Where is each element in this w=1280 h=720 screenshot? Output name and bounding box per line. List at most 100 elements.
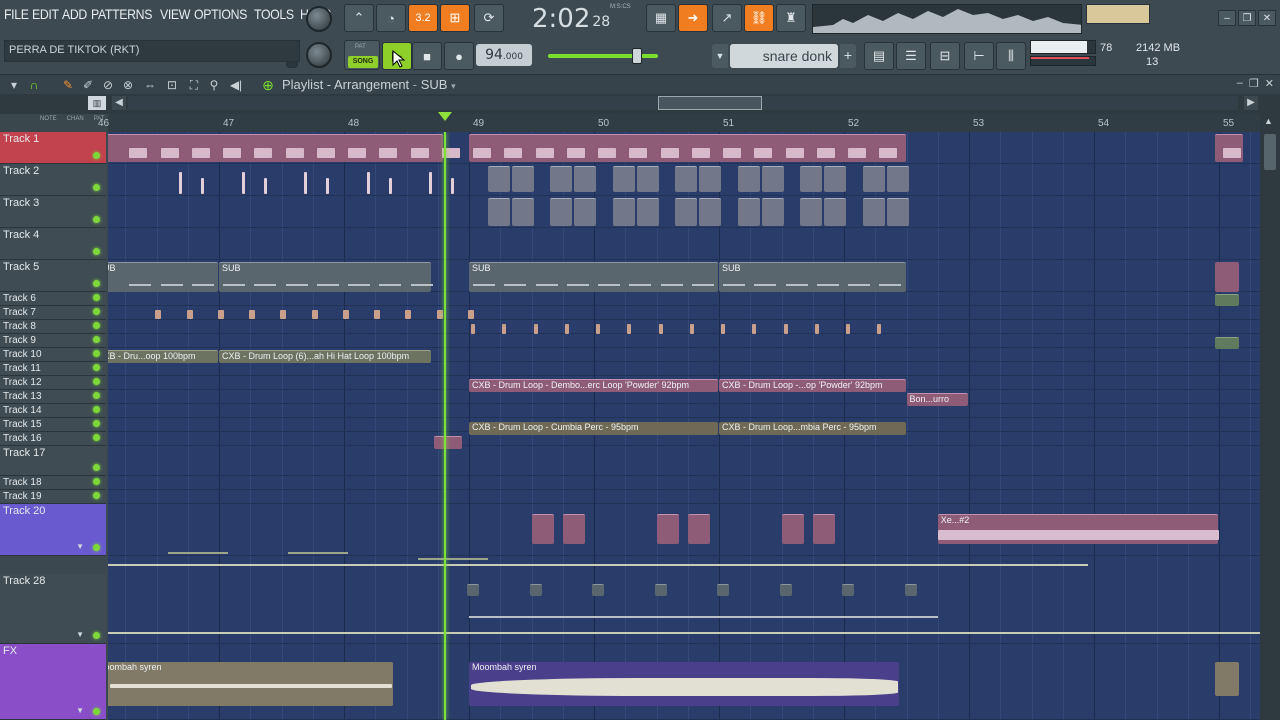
pattern-clip[interactable] (842, 584, 854, 596)
clap-clip[interactable] (511, 166, 534, 192)
arrangement-name[interactable]: SUB (421, 77, 448, 92)
track-expand-icon[interactable]: ▼ (76, 706, 84, 715)
drum-loop-clip[interactable]: CXB - Drum Loop -...op 'Powder' 92bpm (719, 379, 906, 392)
sub-clip[interactable]: SUB (219, 262, 431, 292)
track-enable-led-icon[interactable] (93, 492, 100, 499)
track-enable-led-icon[interactable] (93, 322, 100, 329)
master-volume-slider[interactable] (548, 48, 658, 64)
channel-rack-icon[interactable]: ☰ (896, 42, 926, 70)
magnifier-icon[interactable]: ⚲ (206, 77, 222, 93)
playlist-minimize-icon[interactable]: – (1237, 77, 1243, 90)
stop-icon[interactable]: ■ (412, 42, 442, 70)
add-pattern-button[interactable]: + (840, 44, 856, 68)
drum-loop-clip[interactable]: CXB - Drum Loop (6)...ah Hi Hat Loop 100… (219, 350, 431, 363)
playlist-window-icon[interactable]: ▤ (864, 42, 894, 70)
pencil-icon[interactable]: ✎ (60, 77, 76, 93)
cumbia-clip[interactable]: CXB - Drum Loop...mbia Perc - 95bpm (719, 422, 906, 435)
clap-clip[interactable] (612, 198, 635, 226)
track-enable-led-icon[interactable] (93, 216, 100, 223)
clap-clip[interactable] (675, 198, 698, 226)
piano-roll-icon[interactable]: ⊟ (930, 42, 960, 70)
pattern-clip[interactable] (592, 584, 604, 596)
mute-icon[interactable]: ⊗ (120, 77, 136, 93)
scroll-up-icon[interactable]: ▲ (1264, 116, 1273, 126)
menu-add[interactable]: ADD (62, 6, 87, 30)
cumbia-clip[interactable]: CXB - Drum Loop - Cumbia Perc - 95bpm (469, 422, 718, 435)
track-enable-led-icon[interactable] (93, 464, 100, 471)
clap-clip[interactable] (699, 198, 722, 226)
track-enable-led-icon[interactable] (93, 632, 100, 639)
bell-icon[interactable]: ♜ (776, 4, 806, 32)
vocal-chop-clip[interactable] (656, 514, 679, 544)
track-header[interactable]: Track 13 (0, 390, 106, 404)
clap-clip[interactable] (824, 166, 847, 192)
vocal-chop-clip[interactable] (812, 514, 835, 544)
clap-clip[interactable] (761, 198, 784, 226)
playback-icon[interactable]: ◀| (228, 77, 244, 93)
shortcut-button[interactable]: 3.2 (408, 4, 438, 32)
pattern-clip[interactable] (467, 584, 479, 596)
track-header[interactable]: Track 18 (0, 476, 106, 490)
link-icon[interactable]: ⛓ (744, 4, 774, 32)
overview-viewport[interactable] (658, 96, 762, 110)
track-header[interactable]: Track 6 (0, 292, 106, 306)
track-header[interactable]: Track 5 (0, 260, 106, 292)
track-header[interactable]: Track 17 (0, 446, 106, 476)
master-volume-handle[interactable] (632, 48, 642, 64)
track-enable-led-icon[interactable] (93, 478, 100, 485)
clap-clip[interactable] (800, 166, 823, 192)
clap-clip[interactable] (636, 166, 659, 192)
track-header[interactable]: Track 19 (0, 490, 106, 504)
clap-clip[interactable] (824, 198, 847, 226)
pattern-selector[interactable]: snare donk (730, 44, 838, 68)
playhead-line[interactable] (444, 132, 446, 720)
track-enable-led-icon[interactable] (93, 350, 100, 357)
vocal-chop-clip[interactable] (562, 514, 585, 544)
typing-keyboard-icon[interactable]: ▦ (646, 4, 676, 32)
browser-icon[interactable]: ⊢ (964, 42, 994, 70)
drum-loop-clip[interactable]: CXB - Dru...oop 100bpm (108, 350, 218, 363)
sub-clip[interactable]: SUB (108, 262, 218, 292)
select-icon[interactable]: ⊡ (164, 77, 180, 93)
playlist-grid[interactable]: SUB SUB SUB SUB CXB - Dru...oop 100bpm CXB - … (108, 132, 1260, 720)
clap-clip[interactable] (612, 166, 635, 192)
playlist-maximize-icon[interactable]: ❐ (1249, 77, 1259, 90)
vocal-chop-clip[interactable] (687, 514, 710, 544)
clap-clip[interactable] (737, 166, 760, 192)
clap-clip[interactable] (886, 166, 909, 192)
sub-clip-end[interactable] (1215, 262, 1240, 292)
pattern-clip[interactable] (717, 584, 729, 596)
track-header[interactable]: Track 14 (0, 404, 106, 418)
playlist-overview[interactable] (128, 96, 1238, 110)
menu-options[interactable]: OPTIONS (194, 6, 247, 30)
track-expand-icon[interactable]: ▼ (76, 542, 84, 551)
track-header[interactable]: Track 9 (0, 334, 106, 348)
paint-icon[interactable]: ✐ (80, 77, 96, 93)
track-enable-led-icon[interactable] (93, 308, 100, 315)
track-enable-led-icon[interactable] (93, 544, 100, 551)
track-header[interactable]: FX ▼ (0, 644, 106, 720)
syren-clip-end[interactable] (1215, 662, 1240, 696)
track-enable-led-icon[interactable] (93, 708, 100, 715)
track-header[interactable]: Track 2 (0, 164, 106, 196)
vertical-scrollbar[interactable]: ▲ (1260, 114, 1280, 720)
tempo-display[interactable]: 94.000 (476, 44, 532, 66)
clap-clip[interactable] (699, 166, 722, 192)
track-expand-icon[interactable]: ▼ (76, 630, 84, 639)
mixer-icon[interactable]: ⫼ (996, 42, 1026, 70)
track-enable-led-icon[interactable] (93, 152, 100, 159)
sub-clip[interactable]: SUB (469, 262, 718, 292)
clap-clip[interactable] (862, 166, 885, 192)
clap-clip[interactable] (550, 166, 573, 192)
bon-clip[interactable]: Bon...urro (906, 393, 968, 406)
clap-clip[interactable] (886, 198, 909, 226)
menu-view[interactable]: VIEW (160, 6, 190, 30)
pattern-dropdown-arrow[interactable]: ▼ (712, 44, 728, 68)
playlist-menu-icon[interactable]: ▾ (6, 77, 22, 93)
note-label[interactable]: NOTE (40, 116, 57, 122)
timeline-ruler[interactable]: 46 47 48 49 50 51 52 53 54 55 (98, 112, 1260, 132)
track6-clip[interactable] (1215, 294, 1240, 306)
playhead-marker[interactable] (438, 112, 452, 121)
track-header[interactable]: Track 15 (0, 418, 106, 432)
clap-clip[interactable] (574, 198, 597, 226)
